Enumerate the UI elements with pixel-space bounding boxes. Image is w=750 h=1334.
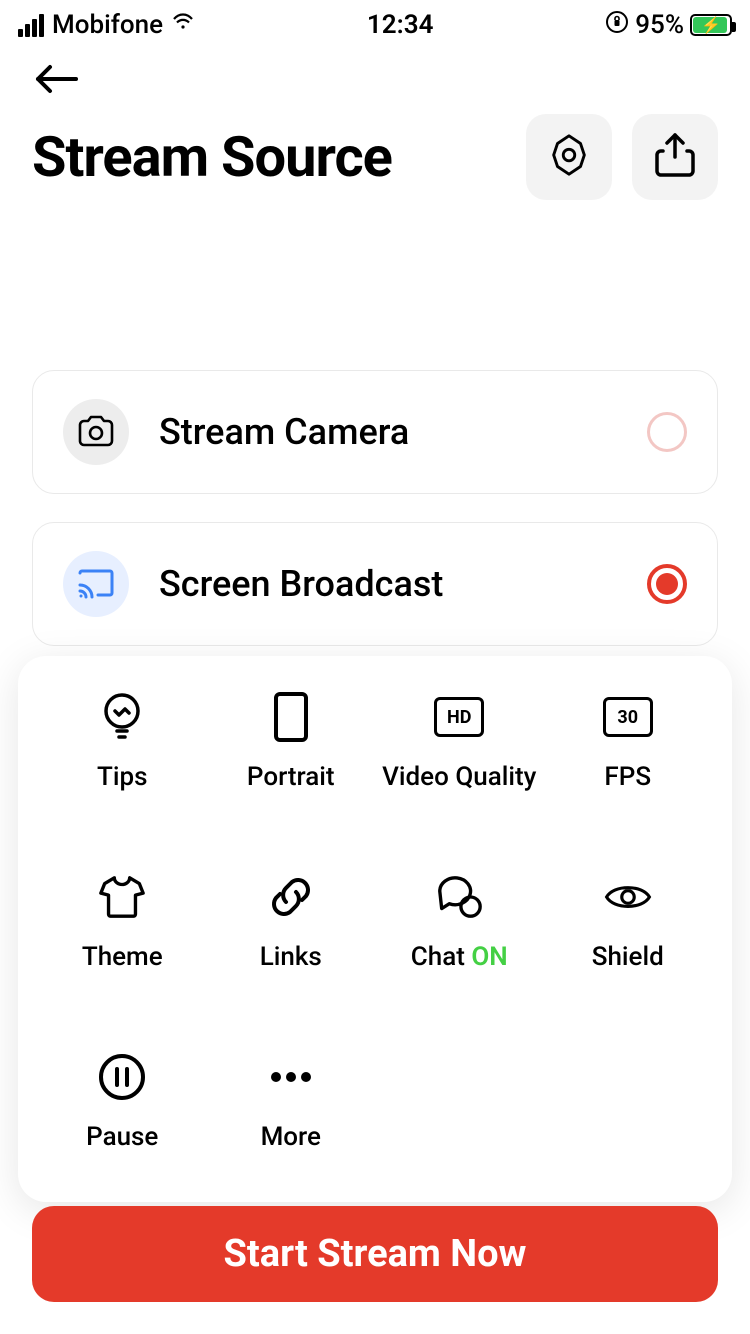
share-icon [653, 131, 697, 183]
option-tips[interactable]: Tips [38, 692, 207, 792]
orientation-lock-icon [605, 10, 629, 41]
option-label: Video Quality [382, 762, 536, 792]
option-label: More [261, 1122, 321, 1152]
option-more[interactable]: More [207, 1052, 376, 1152]
source-stream-camera[interactable]: Stream Camera [32, 370, 718, 494]
status-time: 12:34 [367, 10, 434, 40]
tshirt-icon [97, 872, 147, 922]
option-video-quality[interactable]: HD Video Quality [375, 692, 544, 792]
chat-state: ON [471, 942, 507, 972]
option-label: Portrait [247, 762, 335, 792]
source-label: Stream Camera [159, 411, 617, 453]
cast-icon [63, 551, 129, 617]
link-icon [266, 872, 316, 922]
wifi-icon [171, 10, 195, 41]
badge-text: 30 [603, 697, 653, 737]
settings-button[interactable] [526, 114, 612, 200]
badge-text: HD [434, 697, 484, 737]
option-chat[interactable]: Chat ON [375, 872, 544, 972]
option-portrait[interactable]: Portrait [207, 692, 376, 792]
fps-badge-icon: 30 [603, 692, 653, 742]
source-label: Screen Broadcast [159, 563, 617, 605]
signal-icon [18, 14, 44, 37]
option-pause[interactable]: Pause [38, 1052, 207, 1152]
camera-icon [63, 399, 129, 465]
lightbulb-icon [97, 692, 147, 742]
options-panel: Tips Portrait HD Video Quality 30 FPS [18, 656, 732, 1202]
option-label: Chat ON [411, 942, 508, 972]
hd-badge-icon: HD [434, 692, 484, 742]
portrait-icon [266, 692, 316, 742]
radio-selected[interactable] [647, 564, 687, 604]
eye-icon [603, 872, 653, 922]
option-label: FPS [604, 762, 651, 792]
battery-percent: 95% [635, 10, 684, 40]
gear-icon [546, 132, 592, 182]
more-icon [266, 1052, 316, 1102]
start-stream-button[interactable]: Start Stream Now [32, 1206, 718, 1302]
page-title: Stream Source [32, 124, 392, 190]
start-stream-label: Start Stream Now [224, 1232, 527, 1276]
pause-icon [97, 1052, 147, 1102]
chat-icon [434, 872, 484, 922]
option-label: Pause [86, 1122, 158, 1152]
status-left: Mobifone [18, 10, 195, 41]
back-button[interactable] [32, 54, 82, 104]
option-shield[interactable]: Shield [544, 872, 713, 972]
status-bar: Mobifone 12:34 95% ⚡ [0, 0, 750, 44]
option-fps[interactable]: 30 FPS [544, 692, 713, 792]
radio-unselected[interactable] [647, 412, 687, 452]
option-label: Theme [82, 942, 163, 972]
option-links[interactable]: Links [207, 872, 376, 972]
carrier-label: Mobifone [52, 10, 163, 40]
share-button[interactable] [632, 114, 718, 200]
option-label: Shield [592, 942, 664, 972]
source-list: Stream Camera Screen Broadcast [0, 370, 750, 646]
option-label: Tips [97, 762, 147, 792]
battery-icon: ⚡ [690, 14, 732, 36]
option-label: Links [260, 942, 322, 972]
source-screen-broadcast[interactable]: Screen Broadcast [32, 522, 718, 646]
status-right: 95% ⚡ [605, 10, 732, 41]
option-theme[interactable]: Theme [38, 872, 207, 972]
